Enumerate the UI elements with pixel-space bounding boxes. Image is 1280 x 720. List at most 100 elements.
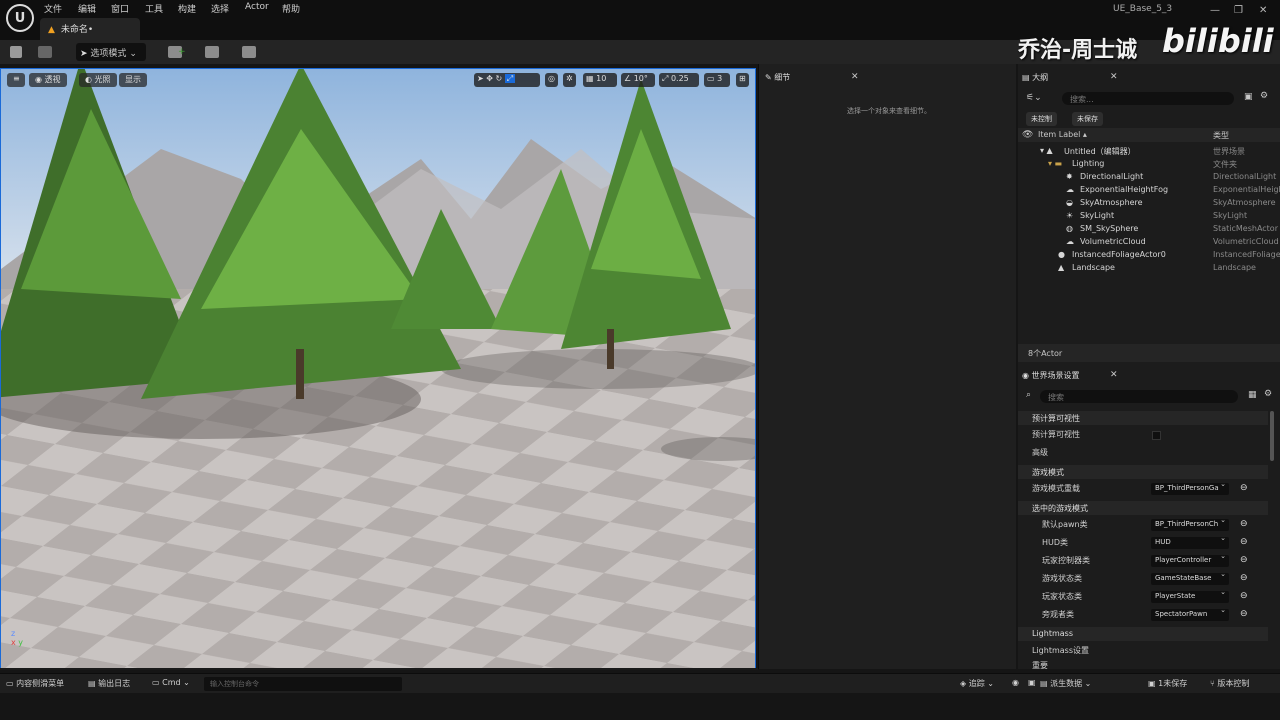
grid-snap-button[interactable]: ▦ 10 [583,73,617,87]
move-icon[interactable]: ✥ [486,74,493,83]
settings-gear-icon[interactable]: ⚙ [1260,91,1268,101]
record-icon[interactable]: ◉ [1012,678,1019,687]
browse-asset-icon[interactable]: ⊖ [1240,591,1248,601]
scale-icon[interactable]: ⤢ [504,74,516,83]
trace-button[interactable]: ◈ 追踪 ⌄ [960,678,994,689]
unreal-logo-icon[interactable]: U [6,4,34,32]
lighting-button[interactable]: ◐ 光照 [79,73,117,87]
select-icon[interactable]: ➤ [477,74,484,83]
outliner-row-foliage[interactable]: ● InstancedFoliageActor0 InstancedFoliage [1018,250,1280,263]
menu-tools[interactable]: 工具 [145,2,163,15]
close-icon[interactable]: ✕ [1110,370,1118,380]
filter-icon[interactable]: ⚟⌄ [1026,93,1042,103]
filter-uncontrolled-chip[interactable]: 未控制 [1026,112,1057,126]
derived-data-button[interactable]: ▤ 派生数据 ⌄ [1040,678,1091,689]
output-log-button[interactable]: ▤ 输出日志 [88,678,130,689]
source-control-button[interactable]: ⑂ 版本控制 [1210,678,1249,689]
category-game-mode[interactable]: 游戏模式 [1018,465,1268,479]
cmd-dropdown[interactable]: ▭ Cmd ⌄ [152,678,190,687]
outliner-row-landscape[interactable]: ▲ Landscape Landscape [1018,263,1280,276]
close-icon[interactable]: ✕ [1110,72,1118,82]
menu-select[interactable]: 选择 [211,2,229,15]
outliner-search-input[interactable]: 搜索... [1062,92,1234,105]
add-actor-icon[interactable]: + [168,44,186,60]
filter-unsaved-chip[interactable]: 未保存 [1072,112,1103,126]
browse-asset-icon[interactable]: ⊖ [1240,537,1248,547]
browse-asset-icon[interactable]: ⊖ [1240,519,1248,529]
outliner-row-skylight[interactable]: ☀ SkyLight SkyLight [1018,211,1280,224]
outliner-row-directionallight[interactable]: ✸ DirectionalLight DirectionalLight [1018,172,1280,185]
console-command-input[interactable]: 输入控制台命令 [204,677,402,691]
default-pawn-dropdown[interactable]: BP_ThirdPersonCh [1151,519,1229,531]
menu-file[interactable]: 文件 [44,2,62,15]
browse-icon[interactable] [38,44,52,60]
grid-icon: ▦ [586,74,597,83]
menu-actor[interactable]: Actor [245,2,269,12]
category-lightmass[interactable]: Lightmass [1018,627,1268,641]
content-drawer-button[interactable]: ▭ 内容侧滑菜单 [6,678,64,689]
rotation-snap-button[interactable]: ∠ 10° [621,73,655,87]
hud-class-dropdown[interactable]: HUD [1151,537,1229,549]
outliner-row-fog[interactable]: ☁ ExponentialHeightFog ExponentialHeigh [1018,185,1280,198]
unsaved-button[interactable]: ▣ 1未保存 [1148,678,1187,689]
camera-icon[interactable]: ▣ [1028,678,1036,687]
settings-gear-icon[interactable]: ⚙ [1264,389,1272,399]
save-icon[interactable] [10,44,22,60]
browse-asset-icon[interactable]: ⊖ [1240,555,1248,565]
visibility-eye-icon[interactable]: 👁 [1022,130,1033,140]
transform-tools[interactable]: ➤ ✥ ↻ ⤢ [474,73,540,87]
minimize-button[interactable]: — [1210,5,1220,16]
player-state-dropdown[interactable]: PlayerState [1151,591,1229,603]
maximize-button[interactable]: ❐ [1234,5,1243,16]
cinematics-icon[interactable] [242,44,256,60]
menu-build[interactable]: 构建 [178,2,196,15]
document-tab[interactable]: ▲ 未命名• [40,18,140,40]
viewport-menu-icon[interactable]: ≡ [7,73,25,87]
category-more[interactable]: 重要 [1018,660,1268,669]
scale-snap-button[interactable]: ⤢ 0.25 [659,73,699,87]
show-button[interactable]: 显示 [119,73,147,87]
folder-add-icon[interactable]: ▣ [1244,92,1253,102]
level-viewport[interactable]: ≡ ◉ 透视 ◐ 光照 显示 ➤ ✥ ↻ ⤢ ◎ ✲ ▦ 10 ∠ 10° ⤢ … [0,68,756,669]
column-type[interactable]: 类型 [1213,130,1229,141]
browse-asset-icon[interactable]: ⊖ [1240,609,1248,619]
camera-speed-button[interactable]: ▭ 3 [704,73,730,87]
world-local-icon[interactable]: ◎ [545,73,558,87]
menu-edit[interactable]: 编辑 [78,2,96,15]
game-mode-override-dropdown[interactable]: BP_ThirdPersonGa [1151,483,1229,495]
game-state-dropdown[interactable]: GameStateBase [1151,573,1229,585]
column-item-label[interactable]: Item Label ▴ [1038,130,1087,139]
category-selected-game-mode[interactable]: 选中的游戏模式 [1018,501,1268,515]
world-settings-tab[interactable]: ◉ 世界场景设置 [1022,370,1080,386]
row-label: Landscape [1072,263,1115,272]
close-window-button[interactable]: ✕ [1259,5,1267,16]
category-lightmass-settings[interactable]: Lightmass设置 [1018,645,1268,659]
browse-asset-icon[interactable]: ⊖ [1240,573,1248,583]
category-precomputed-visibility[interactable]: 预计算可视性 [1018,411,1268,425]
surface-snap-icon[interactable]: ✲ [563,73,576,87]
perspective-button[interactable]: ◉ 透视 [29,73,67,87]
menu-help[interactable]: 帮助 [282,2,300,15]
spectator-dropdown[interactable]: SpectatorPawn [1151,609,1229,621]
close-icon[interactable]: ✕ [851,72,859,82]
outliner-row-lighting[interactable]: ▾ ▬ Lighting 文件夹 [1018,159,1280,172]
world-settings-search-input[interactable]: 搜索 [1040,390,1238,403]
outliner-row-skysphere[interactable]: ◍ SM_SkySphere StaticMeshActor [1018,224,1280,237]
view-options-icon[interactable]: ▦ [1248,390,1257,400]
outliner-row-volumetriccloud[interactable]: ☁ VolumetricCloud VolumetricCloud [1018,237,1280,250]
blueprint-icon[interactable] [205,44,219,60]
scrollbar[interactable] [1270,411,1274,461]
source-control-label: 版本控制 [1217,679,1250,688]
details-tab[interactable]: ✎ 细节 [765,72,790,88]
maximize-viewport-icon[interactable]: ⊞ [736,73,749,87]
category-advanced[interactable]: 高级 [1018,447,1268,461]
outliner-row-skyatmosphere[interactable]: ◒ SkyAtmosphere SkyAtmosphere [1018,198,1280,211]
rotate-icon[interactable]: ↻ [496,74,503,83]
browse-asset-icon[interactable]: ⊖ [1240,483,1248,493]
precomputed-visibility-checkbox[interactable] [1152,431,1161,440]
mode-dropdown[interactable]: ➤ 选项模式 ⌄ [76,43,146,61]
menu-window[interactable]: 窗口 [111,2,129,15]
player-controller-dropdown[interactable]: PlayerController [1151,555,1229,567]
outliner-tab[interactable]: ▤ 大纲 [1022,72,1048,88]
outliner-row-untitled[interactable]: ▾ ▲ Untitled（编辑器） 世界场景 [1018,146,1280,159]
